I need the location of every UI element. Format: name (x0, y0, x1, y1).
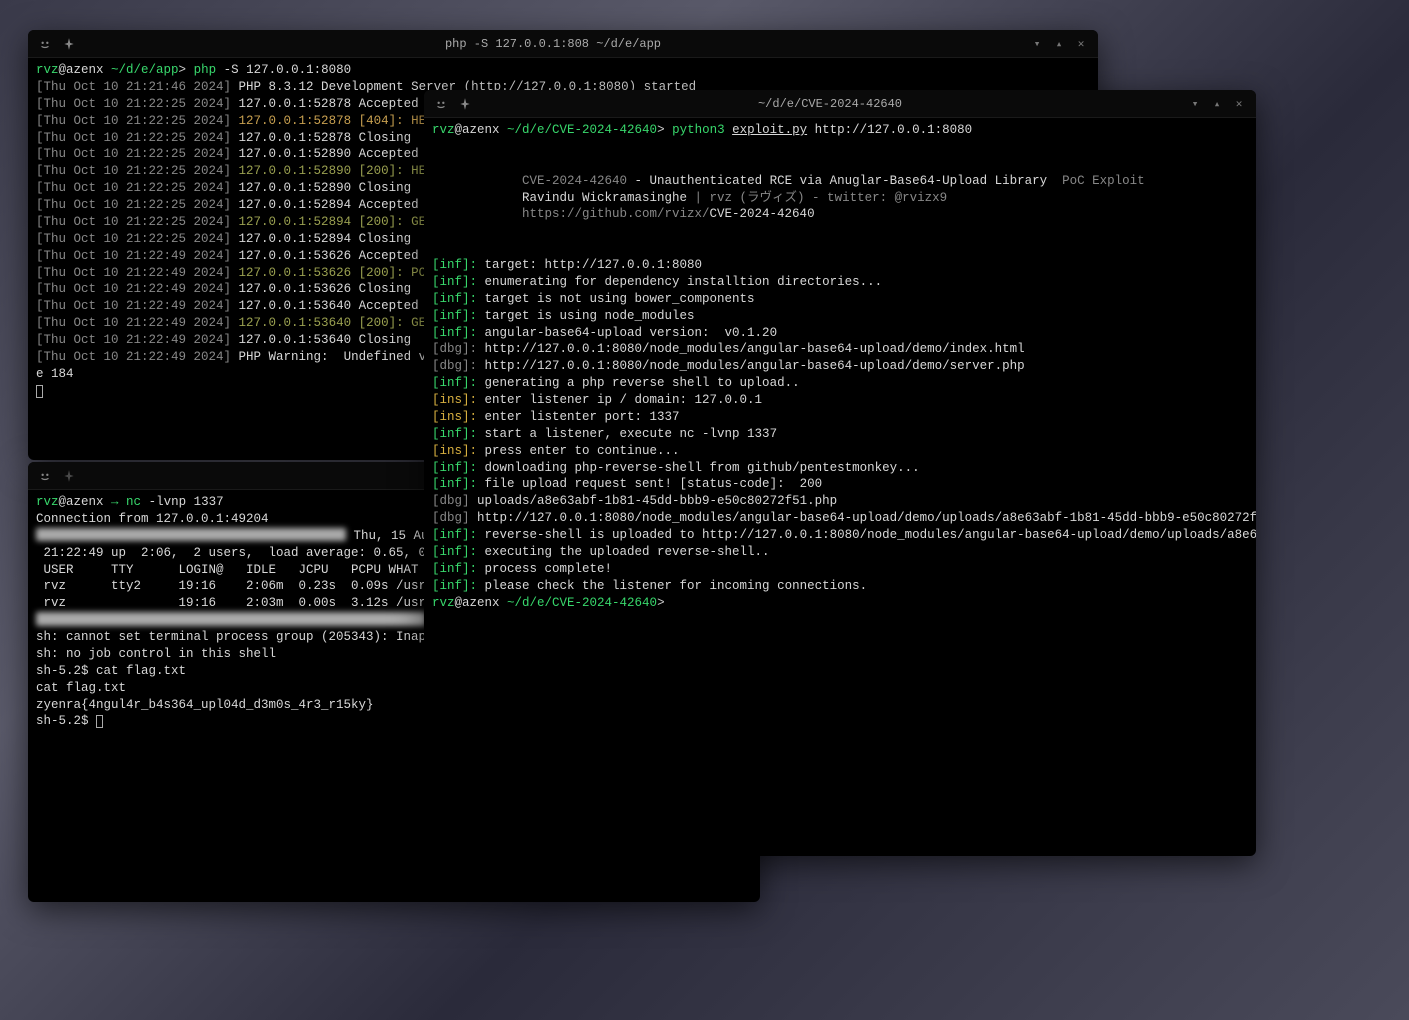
titlebar-cve[interactable]: ~/d/e/CVE-2024-42640 ▾ ▴ ✕ (424, 90, 1256, 118)
pin-icon[interactable] (60, 35, 78, 53)
terminal-cve-exploit[interactable]: ~/d/e/CVE-2024-42640 ▾ ▴ ✕ rvz@azenx ~/d… (424, 90, 1256, 856)
minimize-button[interactable]: ▾ (1186, 95, 1204, 113)
maximize-button[interactable]: ▴ (1050, 35, 1068, 53)
maximize-button[interactable]: ▴ (1208, 95, 1226, 113)
terminal-body-cve[interactable]: rvz@azenx ~/d/e/CVE-2024-42640> python3 … (424, 118, 1256, 856)
pin-icon[interactable] (60, 467, 78, 485)
app-icon (432, 95, 450, 113)
close-button[interactable]: ✕ (1072, 35, 1090, 53)
app-icon (36, 35, 54, 53)
close-button[interactable]: ✕ (1230, 95, 1248, 113)
window-title: ~/d/e/CVE-2024-42640 (474, 97, 1186, 111)
minimize-button[interactable]: ▾ (1028, 35, 1046, 53)
window-title: php -S 127.0.0.1:808 ~/d/e/app (78, 37, 1028, 51)
titlebar-php[interactable]: php -S 127.0.0.1:808 ~/d/e/app ▾ ▴ ✕ (28, 30, 1098, 58)
app-icon (36, 467, 54, 485)
pin-icon[interactable] (456, 95, 474, 113)
